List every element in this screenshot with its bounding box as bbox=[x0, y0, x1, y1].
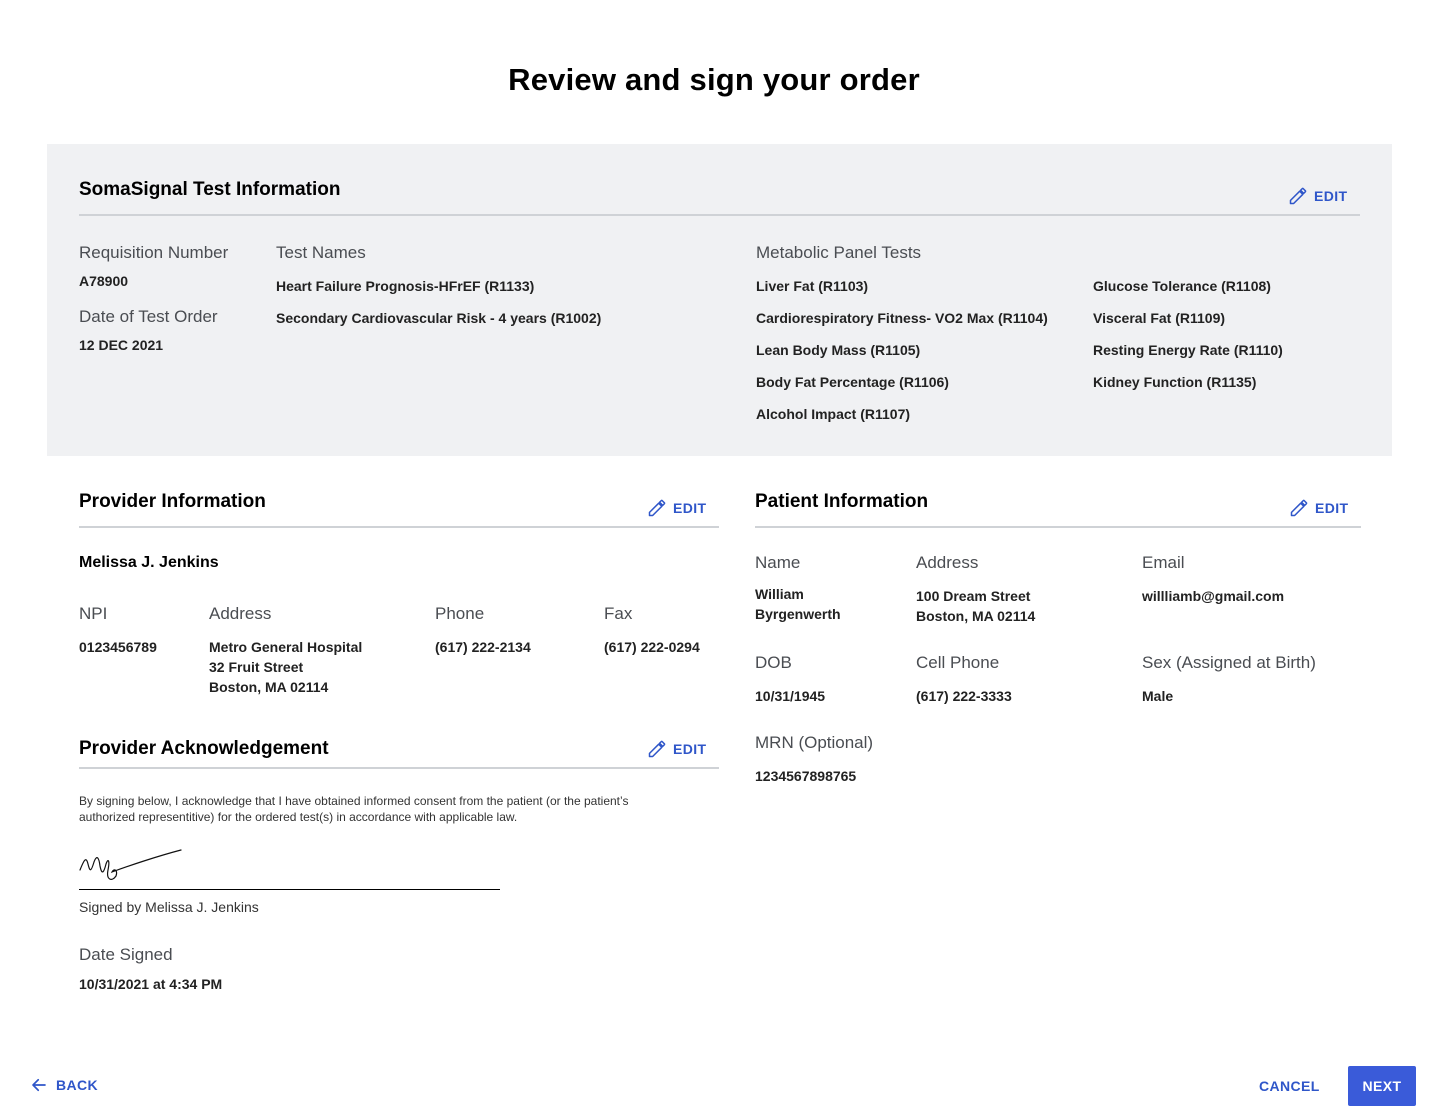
pencil-icon bbox=[648, 499, 666, 517]
cell-phone-value: (617) 222-3333 bbox=[916, 688, 1012, 704]
metabolic-test-item: Kidney Function (R1135) bbox=[1093, 374, 1257, 390]
page-title: Review and sign your order bbox=[508, 62, 920, 97]
npi-label: NPI bbox=[79, 604, 108, 623]
acknowledgement-text: By signing below, I acknowledge that I h… bbox=[79, 793, 719, 825]
test-names-label: Test Names bbox=[276, 243, 366, 262]
provider-phone-value: (617) 222-2134 bbox=[435, 639, 531, 655]
divider bbox=[79, 214, 1360, 216]
provider-address-line: Boston, MA 02114 bbox=[209, 679, 329, 695]
back-button[interactable]: BACK bbox=[30, 1076, 98, 1094]
edit-label: EDIT bbox=[1314, 188, 1348, 204]
patient-edit-button[interactable]: EDIT bbox=[1289, 498, 1349, 518]
requisition-value: A78900 bbox=[79, 273, 129, 289]
patient-name-line: William bbox=[755, 586, 804, 602]
metabolic-test-item: Lean Body Mass (R1105) bbox=[756, 342, 921, 358]
signature-image bbox=[79, 849, 182, 880]
test-info-title: SomaSignal Test Information bbox=[79, 179, 341, 200]
metabolic-test-item: Visceral Fat (R1109) bbox=[1093, 310, 1226, 326]
metabolic-test-item: Resting Energy Rate (R1110) bbox=[1093, 342, 1283, 358]
metabolic-test-item: Body Fat Percentage (R1106) bbox=[756, 374, 949, 390]
signature-line bbox=[79, 889, 500, 890]
date-of-order-label: Date of Test Order bbox=[79, 307, 218, 326]
metabolic-test-item: Liver Fat (R1103) bbox=[756, 278, 869, 294]
patient-email-value: willliamb@gmail.com bbox=[1142, 588, 1285, 604]
arrow-left-icon bbox=[32, 1078, 46, 1092]
provider-fax-label: Fax bbox=[604, 604, 633, 623]
acknowledgement-text-line: authorized representitive) for the order… bbox=[79, 810, 518, 824]
date-signed-value: 10/31/2021 at 4:34 PM bbox=[79, 976, 223, 992]
acknowledgement-title: Provider Acknowledgement bbox=[79, 738, 329, 759]
patient-address-label: Address bbox=[916, 553, 979, 572]
cancel-button[interactable]: CANCEL bbox=[1259, 1078, 1320, 1094]
test-name-item: Secondary Cardiovascular Risk - 4 years … bbox=[276, 310, 602, 326]
patient-info-title: Patient Information bbox=[755, 491, 929, 512]
edit-label: EDIT bbox=[673, 741, 707, 757]
patient-address-line: Boston, MA 02114 bbox=[916, 608, 1036, 624]
edit-label: EDIT bbox=[1315, 500, 1349, 516]
divider bbox=[79, 767, 719, 769]
date-signed-label: Date Signed bbox=[79, 945, 173, 964]
provider-edit-button[interactable]: EDIT bbox=[647, 498, 707, 518]
metabolic-panel-label: Metabolic Panel Tests bbox=[756, 243, 922, 262]
divider bbox=[755, 526, 1361, 528]
dob-label: DOB bbox=[755, 653, 792, 672]
provider-phone-label: Phone bbox=[435, 604, 485, 623]
patient-email-label: Email bbox=[1142, 553, 1185, 572]
mrn-label: MRN (Optional) bbox=[755, 733, 874, 752]
back-label: BACK bbox=[56, 1077, 99, 1093]
sex-label: Sex (Assigned at Birth) bbox=[1142, 653, 1316, 672]
acknowledgement-edit-button[interactable]: EDIT bbox=[647, 739, 707, 759]
metabolic-test-item: Cardiorespiratory Fitness- VO2 Max (R110… bbox=[756, 310, 1048, 326]
divider bbox=[79, 526, 719, 528]
pencil-icon bbox=[1290, 499, 1308, 517]
date-of-order-value: 12 DEC 2021 bbox=[79, 337, 164, 353]
provider-info-title: Provider Information bbox=[79, 491, 266, 512]
npi-value: 0123456789 bbox=[79, 639, 157, 655]
provider-address-line: 32 Fruit Street bbox=[209, 659, 304, 675]
dob-value: 10/31/1945 bbox=[755, 688, 826, 704]
next-button[interactable]: NEXT bbox=[1348, 1066, 1416, 1106]
patient-name-label: Name bbox=[755, 553, 801, 572]
provider-fax-value: (617) 222-0294 bbox=[604, 639, 700, 655]
provider-address-label: Address bbox=[209, 604, 272, 623]
pencil-icon bbox=[1289, 187, 1307, 205]
metabolic-test-item: Glucose Tolerance (R1108) bbox=[1093, 278, 1271, 294]
mrn-value: 1234567898765 bbox=[755, 768, 857, 784]
acknowledgement-text-line: By signing below, I acknowledge that I h… bbox=[79, 794, 629, 808]
signed-by-text: Signed by Melissa J. Jenkins bbox=[79, 899, 259, 915]
pencil-icon bbox=[648, 740, 666, 758]
patient-address-line: 100 Dream Street bbox=[916, 588, 1031, 604]
edit-label: EDIT bbox=[673, 500, 707, 516]
cell-phone-label: Cell Phone bbox=[916, 653, 1000, 672]
test-name-item: Heart Failure Prognosis-HFrEF (R1133) bbox=[276, 278, 535, 294]
patient-name-line: Byrgenwerth bbox=[755, 606, 841, 622]
test-info-edit-button[interactable]: EDIT bbox=[1288, 186, 1348, 206]
sex-value: Male bbox=[1142, 688, 1174, 704]
provider-name: Melissa J. Jenkins bbox=[79, 554, 219, 571]
provider-address-line: Metro General Hospital bbox=[209, 639, 363, 655]
metabolic-test-item: Alcohol Impact (R1107) bbox=[756, 406, 911, 422]
requisition-label: Requisition Number bbox=[79, 243, 229, 262]
